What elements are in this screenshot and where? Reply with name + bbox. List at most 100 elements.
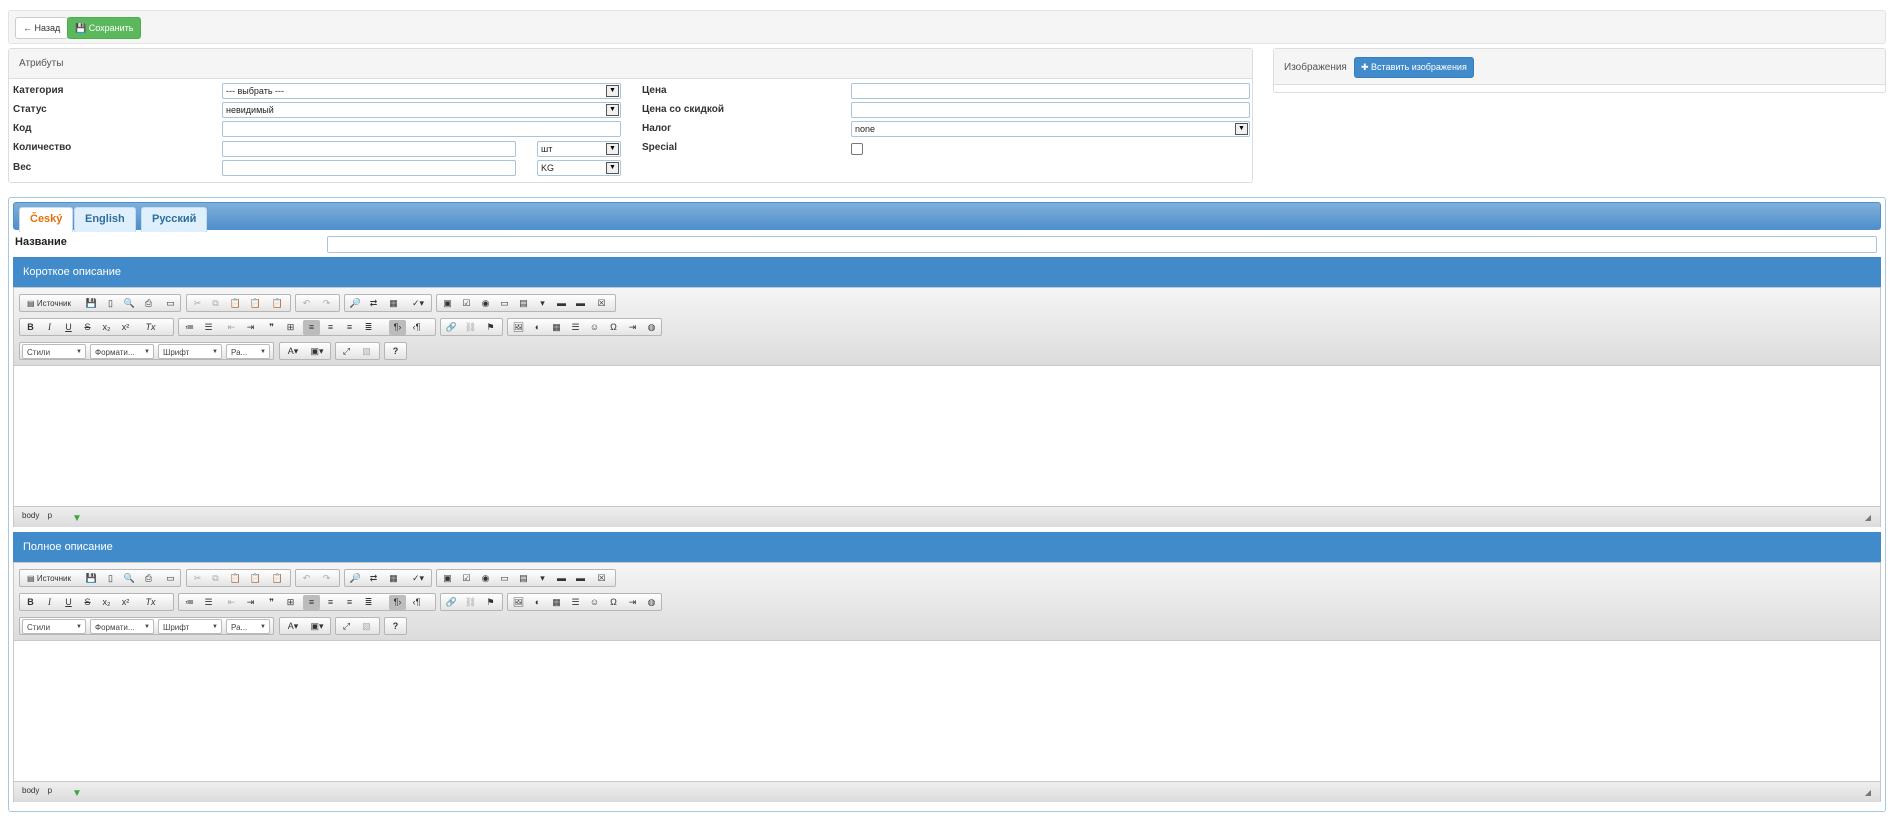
paste-word-icon[interactable]: 📋: [269, 571, 286, 586]
remove-format-icon[interactable]: Tx: [142, 320, 159, 335]
bg-color-icon[interactable]: ▣▾: [306, 344, 328, 359]
div-container-icon[interactable]: ⊞: [282, 595, 299, 610]
size-combo[interactable]: Ра... ▼: [226, 344, 270, 359]
format-combo[interactable]: Формати... ▼: [90, 619, 154, 634]
justify-icon[interactable]: ≣: [360, 320, 377, 335]
div-container-icon[interactable]: ⊞: [282, 320, 299, 335]
select-field-icon[interactable]: ▾: [534, 571, 551, 586]
status-path-p[interactable]: p: [48, 786, 52, 795]
underline-icon[interactable]: U: [60, 595, 77, 610]
help-icon[interactable]: ?: [387, 344, 404, 359]
unlink-icon[interactable]: ⛓: [462, 595, 479, 610]
redo-icon[interactable]: ↷: [318, 296, 335, 311]
bg-color-icon[interactable]: ▣▾: [306, 619, 328, 634]
quantity-input[interactable]: [222, 141, 516, 157]
show-blocks-icon[interactable]: ▧: [358, 344, 375, 359]
horizontal-rule-icon[interactable]: ☰: [567, 320, 584, 335]
tab-english[interactable]: English: [74, 207, 136, 232]
subscript-icon[interactable]: x₂: [98, 320, 115, 335]
anchor-icon[interactable]: ⚑: [482, 320, 499, 335]
redo-icon[interactable]: ↷: [318, 571, 335, 586]
ltr-icon[interactable]: ¶›: [389, 595, 406, 610]
textarea-icon[interactable]: ▤: [515, 571, 532, 586]
cut-icon[interactable]: ✂: [189, 571, 206, 586]
templates-icon[interactable]: ▭: [162, 296, 179, 311]
replace-icon[interactable]: ⇄: [365, 296, 382, 311]
blockquote-icon[interactable]: ❞: [263, 320, 280, 335]
numbered-list-icon[interactable]: ≔: [181, 320, 198, 335]
indent-icon[interactable]: ⇥: [242, 320, 259, 335]
special-char-icon[interactable]: Ω: [605, 320, 622, 335]
page-break-icon[interactable]: ⇥: [624, 595, 641, 610]
textarea-icon[interactable]: ▤: [515, 296, 532, 311]
styles-combo[interactable]: Стили ▼: [22, 344, 86, 359]
status-path-body[interactable]: body: [22, 511, 39, 520]
remove-format-icon[interactable]: Tx: [142, 595, 159, 610]
special-char-icon[interactable]: Ω: [605, 595, 622, 610]
format-combo[interactable]: Формати... ▼: [90, 344, 154, 359]
select-all-icon[interactable]: ▦: [385, 296, 402, 311]
smiley-icon[interactable]: ☺: [586, 595, 603, 610]
smiley-icon[interactable]: ☺: [586, 320, 603, 335]
flash-icon[interactable]: ◐: [529, 320, 546, 335]
tax-select[interactable]: none ▼: [851, 121, 1250, 137]
save-icon[interactable]: 💾: [83, 571, 100, 586]
button-field-icon[interactable]: ▬: [553, 571, 570, 586]
copy-icon[interactable]: ⧉: [207, 571, 224, 586]
maximize-icon[interactable]: ⤢: [338, 619, 355, 634]
unlink-icon[interactable]: ⛓: [462, 320, 479, 335]
price-input[interactable]: [851, 83, 1250, 99]
align-center-icon[interactable]: ≡: [322, 320, 339, 335]
checkbox-icon[interactable]: ☑: [458, 296, 475, 311]
new-page-icon[interactable]: ▯: [102, 296, 119, 311]
text-color-icon[interactable]: A▾: [282, 619, 304, 634]
underline-icon[interactable]: U: [60, 320, 77, 335]
bulleted-list-icon[interactable]: ☰: [200, 595, 217, 610]
italic-icon[interactable]: I: [41, 595, 58, 610]
align-right-icon[interactable]: ≡: [341, 320, 358, 335]
paste-text-icon[interactable]: 📋: [247, 296, 264, 311]
unit-select[interactable]: шт ▼: [537, 141, 621, 157]
ltr-icon[interactable]: ¶›: [389, 320, 406, 335]
iframe-icon[interactable]: ◍: [643, 595, 660, 610]
link-icon[interactable]: 🔗: [443, 595, 460, 610]
save-button[interactable]: 💾 Сохранить: [67, 17, 142, 39]
show-blocks-icon[interactable]: ▧: [358, 619, 375, 634]
table-icon[interactable]: ▦: [548, 320, 565, 335]
bulleted-list-icon[interactable]: ☰: [200, 320, 217, 335]
spellcheck-icon[interactable]: ✓▾: [407, 571, 429, 586]
tab-cesky[interactable]: Český: [19, 207, 74, 232]
source-button[interactable]: ▤ Источник: [22, 571, 76, 586]
form-icon[interactable]: ▣: [439, 296, 456, 311]
save-icon[interactable]: 💾: [83, 296, 100, 311]
preview-icon[interactable]: 🔍: [121, 571, 138, 586]
find-icon[interactable]: 🔎: [347, 571, 364, 586]
find-icon[interactable]: 🔎: [347, 296, 364, 311]
page-break-icon[interactable]: ⇥: [624, 320, 641, 335]
select-field-icon[interactable]: ▾: [534, 296, 551, 311]
status-path-p[interactable]: p: [48, 511, 52, 520]
text-color-icon[interactable]: A▾: [282, 344, 304, 359]
bold-icon[interactable]: B: [22, 320, 39, 335]
paste-icon[interactable]: 📋: [227, 296, 244, 311]
align-right-icon[interactable]: ≡: [341, 595, 358, 610]
image-button-icon[interactable]: ▬: [572, 296, 589, 311]
indent-icon[interactable]: ⇥: [242, 595, 259, 610]
styles-combo[interactable]: Стили ▼: [22, 619, 86, 634]
rtl-icon[interactable]: ‹¶: [408, 595, 425, 610]
templates-icon[interactable]: ▭: [162, 571, 179, 586]
paste-word-icon[interactable]: 📋: [269, 296, 286, 311]
replace-icon[interactable]: ⇄: [365, 571, 382, 586]
subscript-icon[interactable]: x₂: [98, 595, 115, 610]
table-icon[interactable]: ▦: [548, 595, 565, 610]
numbered-list-icon[interactable]: ≔: [181, 595, 198, 610]
tab-russian[interactable]: Русский: [141, 207, 208, 232]
hidden-field-icon[interactable]: ☒: [593, 296, 610, 311]
undo-icon[interactable]: ↶: [298, 571, 315, 586]
align-left-icon[interactable]: ≡: [303, 595, 320, 610]
maximize-icon[interactable]: ⤢: [338, 344, 355, 359]
name-input[interactable]: [327, 236, 1877, 253]
source-button[interactable]: ▤ Источник: [22, 296, 76, 311]
flash-icon[interactable]: ◐: [529, 595, 546, 610]
link-icon[interactable]: 🔗: [443, 320, 460, 335]
